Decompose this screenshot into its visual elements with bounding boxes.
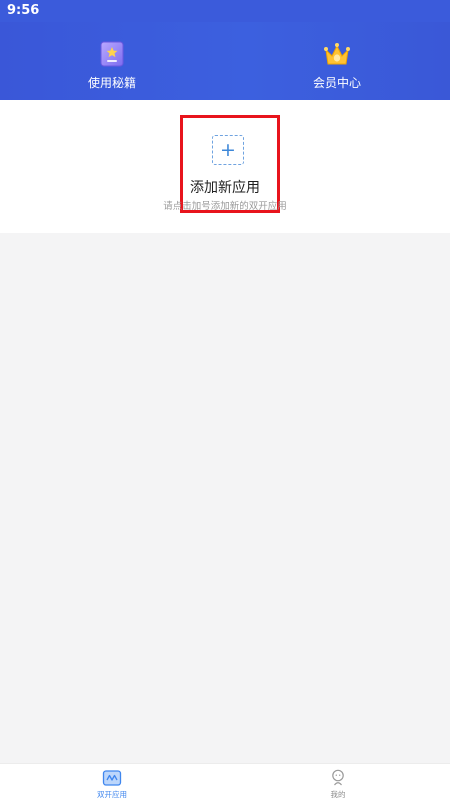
vip-center-button[interactable]: 会员中心	[287, 38, 387, 94]
tips-label: 使用秘籍	[87, 76, 136, 90]
plus-icon: +	[212, 135, 244, 165]
tab-mine-label: 我的	[330, 790, 346, 799]
crown-icon	[324, 43, 350, 65]
tips-button[interactable]: 使用秘籍	[62, 38, 162, 94]
plus-glyph: +	[220, 139, 236, 161]
tab-mine[interactable]: 我的	[298, 766, 378, 800]
header-banner: 使用秘籍 会员中心	[0, 22, 450, 100]
add-app-hint: 请点击加号添加新的双开应用	[163, 201, 287, 212]
status-bar: 9:56	[0, 0, 450, 22]
tab-dual-apps[interactable]: 双开应用	[72, 766, 152, 800]
book-star-icon	[100, 41, 124, 67]
bottom-nav: 双开应用 我的	[0, 763, 450, 800]
tab-dual-apps-label: 双开应用	[97, 790, 127, 799]
vip-center-label: 会员中心	[312, 76, 361, 90]
dual-apps-icon	[102, 770, 122, 786]
profile-icon	[332, 769, 344, 786]
add-app-title: 添加新应用	[190, 180, 260, 196]
status-time: 9:56	[7, 3, 40, 18]
